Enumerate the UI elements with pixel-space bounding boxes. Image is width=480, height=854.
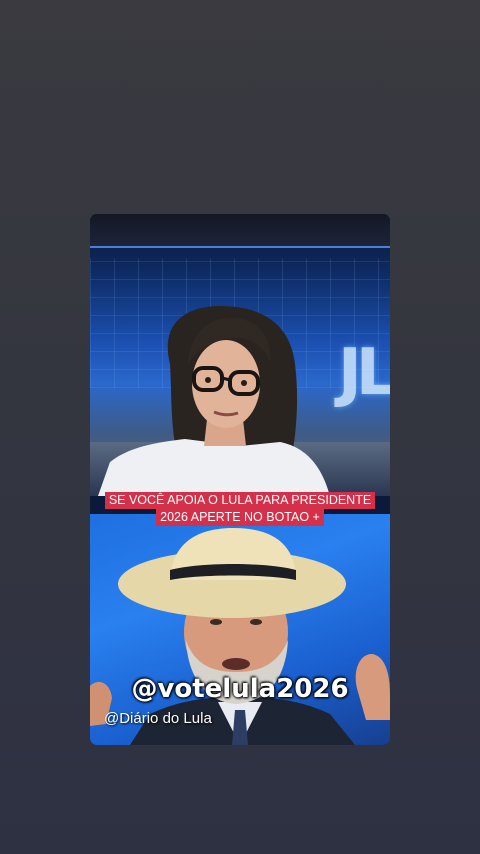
caption-line-2: 2026 APERTE NO BOTAO + — [156, 509, 324, 526]
caption-line-1: SE VOCÊ APOIA O LULA PARA PRESIDENTE — [104, 492, 376, 509]
video-player[interactable]: JL SE VOCÊ APOIA O LULA PARA PRESIDENTE — [90, 214, 390, 745]
channel-watermark: @Diário do Lula — [104, 710, 212, 727]
news-studio-frame: JL — [90, 214, 390, 496]
caption-banner: SE VOCÊ APOIA O LULA PARA PRESIDENTE 202… — [93, 492, 387, 530]
news-anchor-image — [98, 306, 330, 496]
handle-overlay: @votelula2026 — [131, 674, 349, 704]
